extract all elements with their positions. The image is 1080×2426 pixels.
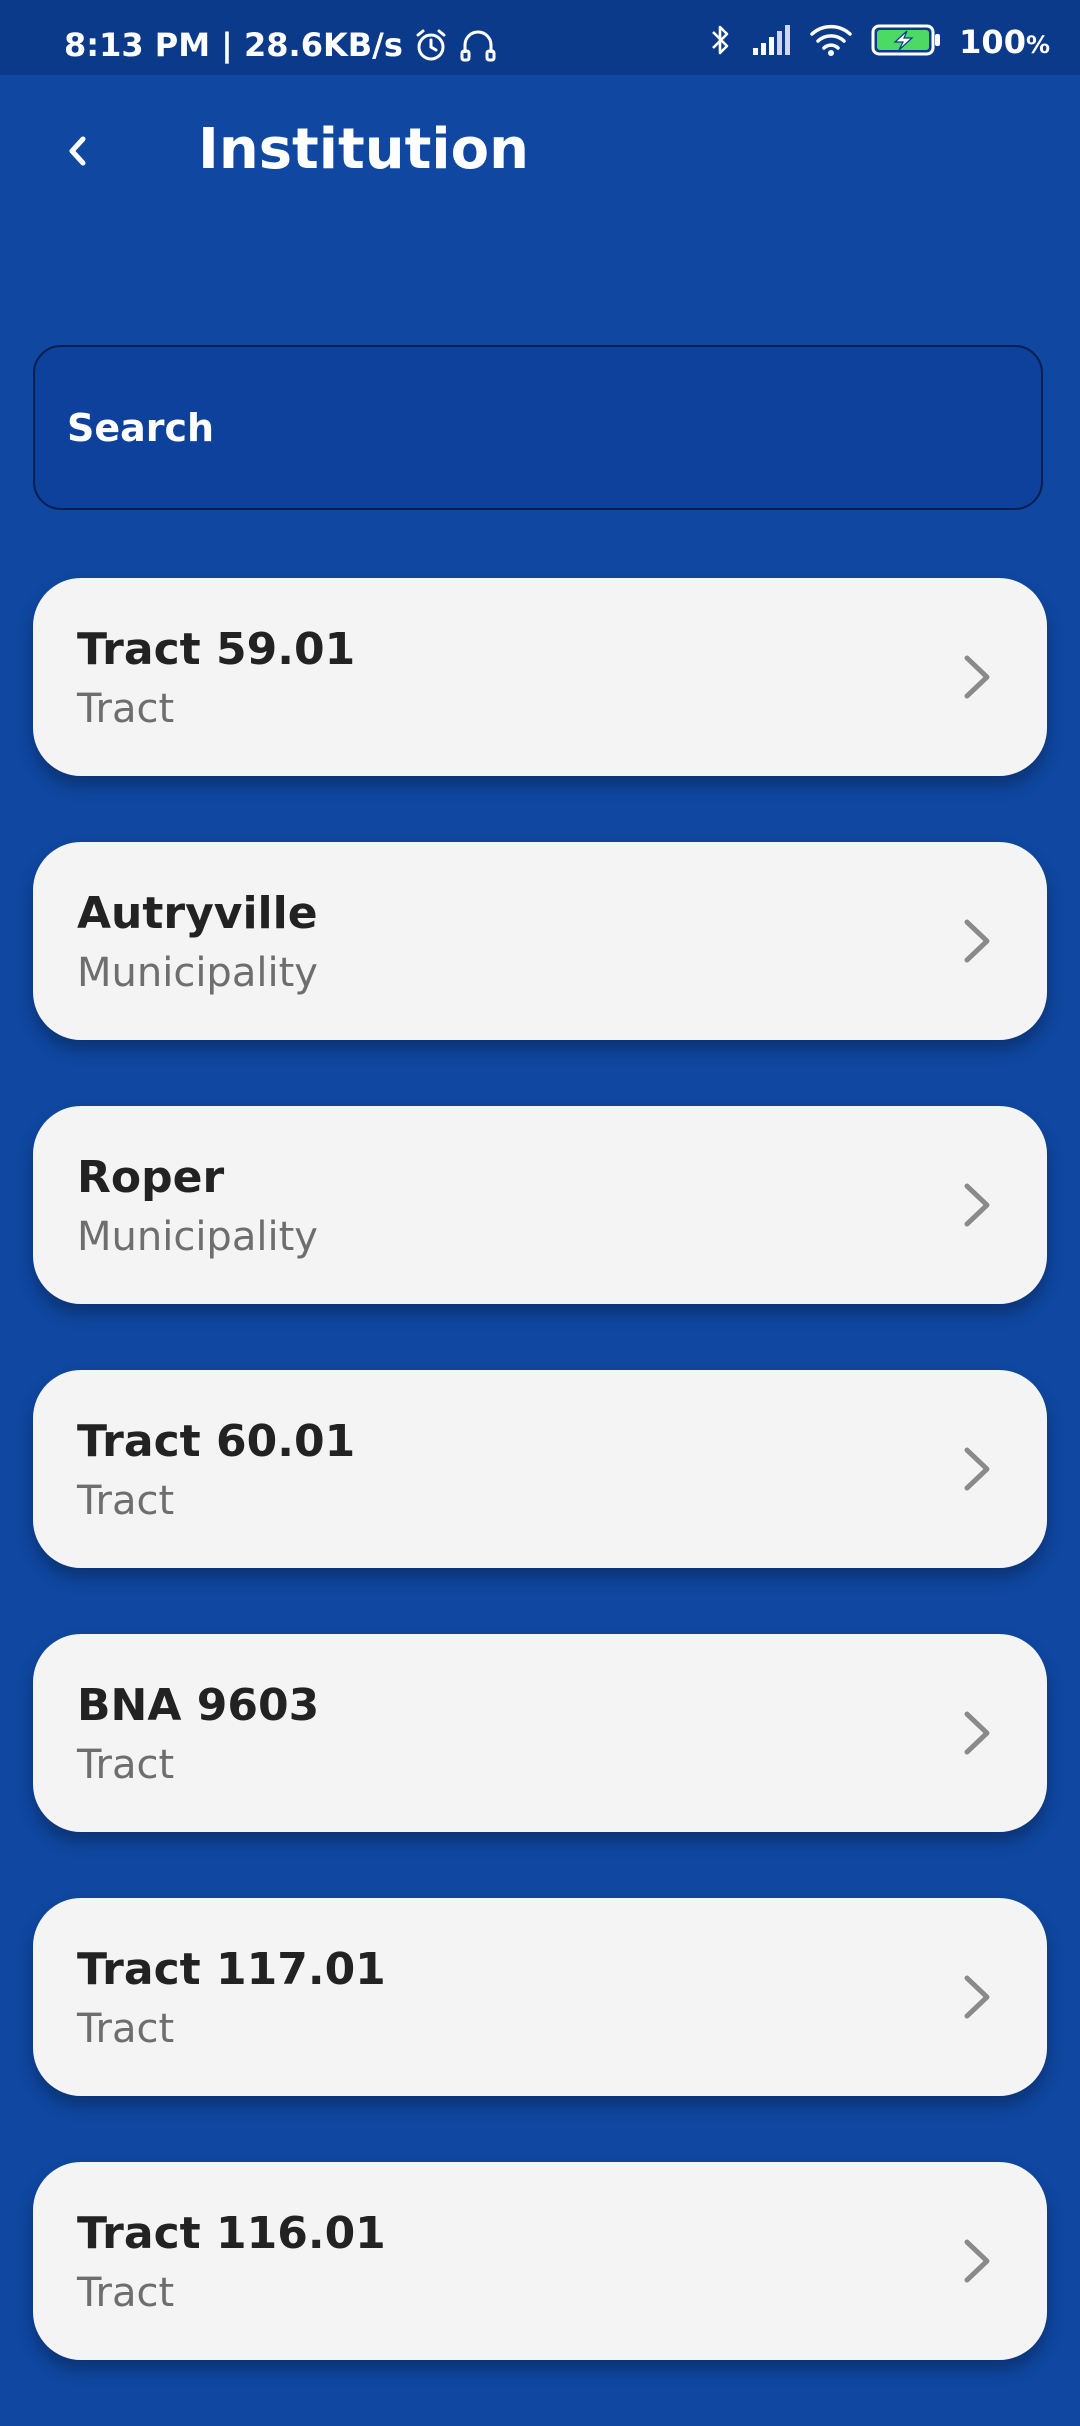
list-item[interactable]: Tract 59.01 Tract bbox=[33, 578, 1047, 776]
institution-list: Tract 59.01 Tract Autryville Municipalit… bbox=[33, 578, 1047, 2426]
item-title: Tract 60.01 bbox=[77, 1416, 356, 1467]
chevron-right-icon bbox=[964, 655, 990, 699]
list-item[interactable]: Roper Municipality bbox=[33, 1106, 1047, 1304]
app-bar: Institution bbox=[0, 75, 1080, 230]
headphones-icon bbox=[459, 27, 497, 63]
list-item[interactable]: Tract 60.01 Tract bbox=[33, 1370, 1047, 1568]
item-type: Tract bbox=[77, 1478, 175, 1524]
status-left: 8:13 PM | 28.6KB/s bbox=[64, 26, 497, 64]
search-input[interactable] bbox=[67, 405, 1041, 450]
signal-icon bbox=[751, 24, 791, 60]
item-title: Tract 59.01 bbox=[77, 624, 356, 675]
alarm-icon bbox=[413, 27, 449, 63]
chevron-right-icon bbox=[964, 1975, 990, 2019]
bluetooth-icon bbox=[709, 22, 733, 62]
list-item[interactable]: Tract 116.01 Tract bbox=[33, 2162, 1047, 2360]
item-title: Autryville bbox=[77, 888, 318, 939]
list-item[interactable]: BNA 9603 Tract bbox=[33, 1634, 1047, 1832]
status-bar: 8:13 PM | 28.6KB/s 100% bbox=[0, 0, 1080, 75]
wifi-icon bbox=[809, 23, 853, 61]
chevron-right-icon bbox=[964, 2239, 990, 2283]
item-title: BNA 9603 bbox=[77, 1680, 320, 1731]
battery-percent: 100% bbox=[959, 23, 1050, 61]
chevron-right-icon bbox=[964, 919, 990, 963]
item-title: Tract 116.01 bbox=[77, 2208, 386, 2259]
chevron-right-icon bbox=[964, 1447, 990, 1491]
list-item[interactable]: Autryville Municipality bbox=[33, 842, 1047, 1040]
item-type: Tract bbox=[77, 1742, 175, 1788]
item-type: Municipality bbox=[77, 1214, 318, 1260]
item-type: Tract bbox=[77, 2270, 175, 2316]
item-title: Tract 117.01 bbox=[77, 1944, 386, 1995]
back-button[interactable] bbox=[44, 119, 112, 187]
chevron-right-icon bbox=[964, 1711, 990, 1755]
item-type: Municipality bbox=[77, 950, 318, 996]
chevron-right-icon bbox=[964, 1183, 990, 1227]
status-right: 100% bbox=[709, 22, 1050, 62]
item-title: Roper bbox=[77, 1152, 225, 1203]
page-title: Institution bbox=[198, 117, 529, 182]
status-time-speed: 8:13 PM | 28.6KB/s bbox=[64, 26, 403, 64]
list-item[interactable]: Tract 117.01 Tract bbox=[33, 1898, 1047, 2096]
item-type: Tract bbox=[77, 2006, 175, 2052]
search-box[interactable] bbox=[33, 345, 1043, 510]
item-type: Tract bbox=[77, 686, 175, 732]
battery-charging-icon bbox=[871, 23, 941, 61]
chevron-left-icon bbox=[63, 131, 93, 175]
